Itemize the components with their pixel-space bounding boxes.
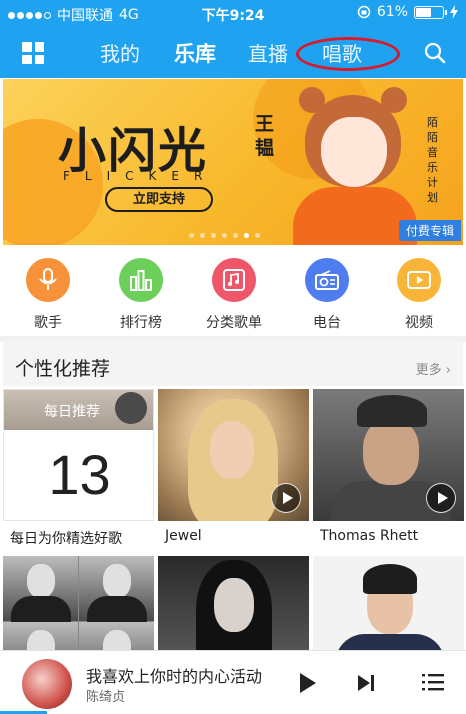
carousel-dot[interactable]	[211, 233, 216, 238]
card-title[interactable]: Jewel	[165, 528, 202, 544]
cap	[357, 395, 427, 427]
playlist-card-thomas-rhett[interactable]	[313, 389, 464, 521]
charging-icon	[450, 5, 458, 19]
category-4[interactable]: 视频	[374, 258, 464, 332]
chevron-right-icon: ›	[445, 363, 451, 378]
playlist-card-woman[interactable]	[158, 556, 309, 652]
paid-album-tag: 付费专辑	[398, 220, 461, 241]
photo-tile	[79, 622, 154, 652]
category-label: 视频	[405, 315, 433, 331]
photo-tile	[3, 556, 78, 626]
carousel-dot[interactable]	[233, 233, 238, 238]
category-label: 电台	[313, 315, 341, 331]
photo-tile	[79, 556, 154, 626]
radio-icon	[305, 258, 349, 302]
carousel-dot[interactable]	[255, 233, 260, 238]
playlist-card-photo-grid[interactable]	[3, 556, 154, 652]
category-label: 排行榜	[120, 315, 162, 331]
category-2[interactable]: 分类歌单	[189, 258, 279, 332]
recommend-header: 个性化推荐 更多 ›	[3, 342, 463, 386]
card-title[interactable]: Thomas Rhett	[320, 528, 418, 544]
more-label: 更多	[415, 363, 442, 378]
hair	[363, 564, 417, 594]
tab-library[interactable]: 乐库	[174, 38, 216, 68]
play-icon[interactable]	[426, 483, 456, 513]
category-1[interactable]: 排行榜	[96, 258, 186, 332]
carousel-dot[interactable]	[222, 233, 227, 238]
main-nav: 我的 乐库 直播 唱歌	[0, 30, 466, 74]
banner-artist: 王韫	[255, 113, 275, 159]
tab-live[interactable]: 直播	[248, 38, 288, 67]
play-icon[interactable]	[300, 673, 316, 693]
carousel-dot[interactable]	[244, 233, 249, 238]
album-cover[interactable]	[22, 659, 72, 709]
sing-tab-highlight-circle	[296, 37, 400, 71]
calendar-day: 13	[48, 443, 111, 506]
face	[214, 578, 254, 632]
category-label: 分类歌单	[206, 315, 262, 331]
tab-mine[interactable]: 我的	[100, 38, 140, 67]
support-button[interactable]: 立即支持	[105, 187, 213, 212]
status-bar: 中国联通 4G 下午9:24 61%	[0, 0, 466, 26]
speaker-icon	[115, 392, 147, 424]
mini-player[interactable]: 我喜欢上你时的内心活动 陈绮贞	[0, 650, 466, 714]
category-row: 歌手 排行榜 分类歌单 电台 视频	[0, 258, 466, 332]
next-track-icon[interactable]	[356, 673, 376, 693]
play-icon[interactable]	[271, 483, 301, 513]
photo-tile	[3, 622, 78, 652]
daily-card-header-text: 每日推荐	[44, 404, 100, 420]
face	[321, 117, 387, 187]
menu-grid-icon[interactable]	[22, 42, 44, 64]
face	[210, 421, 254, 479]
banner-subtitle: FLICKER	[63, 169, 218, 183]
daily-recommend-card[interactable]: 每日推荐 13	[3, 389, 154, 521]
carousel-dots[interactable]	[189, 233, 260, 238]
search-icon[interactable]	[424, 42, 446, 64]
battery-icon	[414, 5, 447, 19]
category-0[interactable]: 歌手	[3, 258, 93, 332]
category-label: 歌手	[34, 315, 62, 331]
playlist-icon[interactable]	[422, 672, 444, 692]
song-title: 我喜欢上你时的内心活动	[86, 667, 263, 686]
playlist-card-jewel[interactable]	[158, 389, 309, 521]
song-artist: 陈绮贞	[86, 690, 126, 705]
orientation-lock-icon	[357, 5, 371, 19]
bar-chart-icon	[119, 258, 163, 302]
top-header: 中国联通 4G 下午9:24 61% 我的 乐库 直播 唱歌	[0, 0, 466, 78]
face	[363, 419, 419, 485]
section-title: 个性化推荐	[15, 358, 111, 380]
promo-banner[interactable]: 小闪光 FLICKER 王韫 立即支持 陌陌音乐计划 付费专辑	[3, 79, 463, 245]
microphone-icon	[26, 258, 70, 302]
battery-group: 61%	[357, 4, 458, 20]
banner-side-text: 陌陌音乐计划	[427, 116, 438, 204]
card-title[interactable]: 每日为你精选好歌	[10, 528, 122, 548]
music-note-icon	[212, 258, 256, 302]
category-3[interactable]: 电台	[282, 258, 372, 332]
playlist-card-man[interactable]	[313, 556, 464, 652]
more-link[interactable]: 更多 ›	[416, 359, 451, 378]
battery-percent: 61%	[376, 4, 408, 20]
carousel-dot[interactable]	[189, 233, 194, 238]
video-play-icon	[397, 258, 441, 302]
carousel-dot[interactable]	[200, 233, 205, 238]
